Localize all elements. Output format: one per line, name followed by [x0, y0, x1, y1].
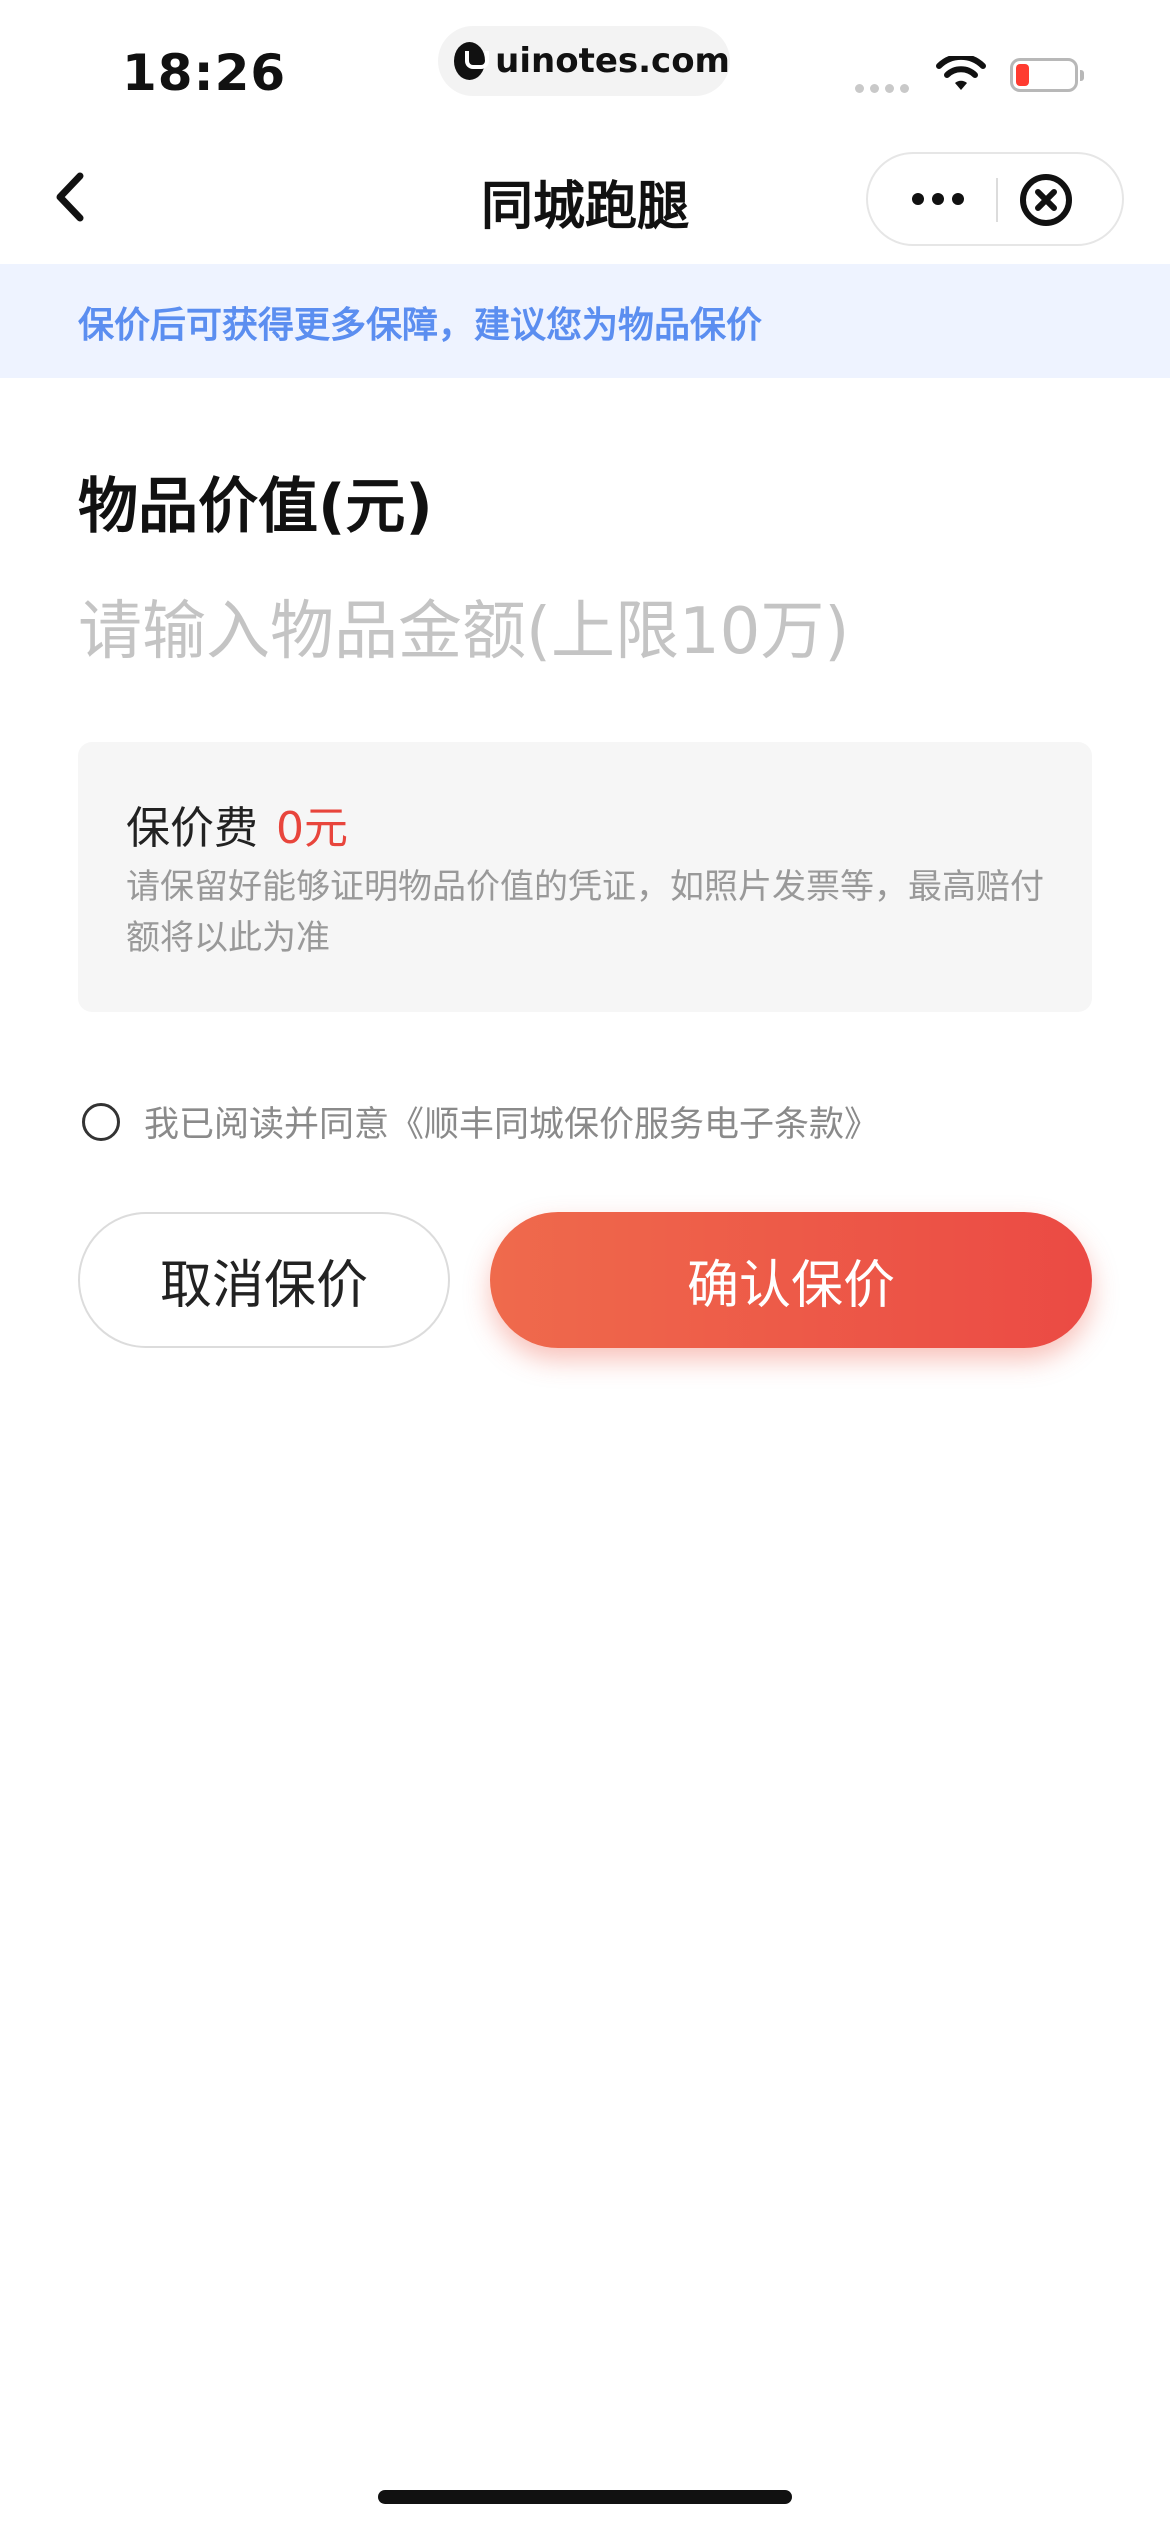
url-pill: uinotes.com — [438, 26, 730, 96]
amount-input[interactable] — [78, 582, 1078, 682]
item-value-title: 物品价值(元) — [78, 472, 433, 542]
notice-text: 保价后可获得更多保障，建议您为物品保价 — [78, 305, 763, 346]
miniapp-capsule — [866, 152, 1124, 246]
notice-banner: 保价后可获得更多保障，建议您为物品保价 — [0, 264, 1170, 378]
agree-radio[interactable] — [82, 1102, 120, 1141]
battery-level — [1016, 64, 1029, 86]
wifi-icon — [936, 56, 986, 90]
fee-row: 保价费 0元 — [126, 792, 348, 856]
cellular-signal-icon — [855, 84, 909, 93]
url-text: uinotes.com — [495, 41, 730, 81]
back-button-chevron-left-icon[interactable] — [44, 164, 104, 230]
terms-agreement[interactable]: 我已阅读并同意《顺丰同城保价服务电子条款》 — [82, 1096, 879, 1147]
more-dot — [912, 193, 924, 205]
status-bar: 18:26 uinotes.com — [0, 0, 1170, 130]
home-indicator — [378, 2490, 792, 2504]
fee-value: 0元 — [276, 803, 348, 854]
more-dot — [952, 193, 964, 205]
close-button-close-circle-icon[interactable] — [1018, 172, 1074, 228]
confirm-insurance-button[interactable]: 确认保价 — [490, 1212, 1092, 1348]
fee-label: 保价费 — [126, 803, 258, 854]
cancel-insurance-button[interactable]: 取消保价 — [78, 1212, 450, 1348]
more-button[interactable] — [888, 154, 988, 244]
insurance-fee-card: 保价费 0元 请保留好能够证明物品价值的凭证，如照片发票等，最高赔付额将以此为准 — [78, 742, 1092, 1012]
battery-icon — [1010, 58, 1084, 92]
agree-text[interactable]: 我已阅读并同意《顺丰同城保价服务电子条款》 — [144, 1096, 879, 1147]
nav-bar: 同城跑腿 — [0, 130, 1170, 264]
capsule-divider — [996, 178, 998, 222]
more-dot — [932, 193, 944, 205]
fee-description: 请保留好能够证明物品价值的凭证，如照片发票等，最高赔付额将以此为准 — [126, 867, 1044, 958]
status-time: 18:26 — [122, 44, 287, 102]
site-logo-icon — [454, 42, 490, 80]
